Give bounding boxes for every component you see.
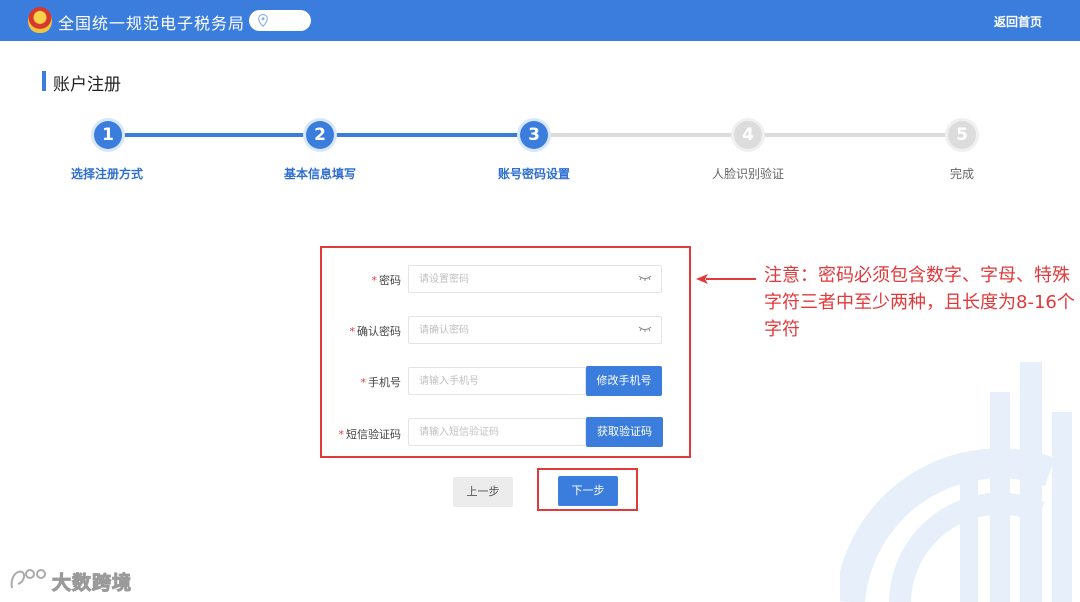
step-connector [108, 133, 320, 137]
step-4-circle: 4 [734, 121, 762, 149]
step-1-label: 选择注册方式 [70, 167, 143, 181]
step-5-circle: 5 [948, 121, 976, 149]
step-connector [320, 133, 534, 137]
step-3-label: 账号密码设置 [497, 167, 570, 181]
background-building-graphic [840, 362, 1072, 602]
previous-step-button[interactable]: 上一步 [453, 477, 513, 507]
sms-code-input[interactable] [408, 418, 586, 446]
step-connector [534, 133, 748, 137]
annotation-arrow-icon [696, 274, 756, 284]
watermark-text: 大数跨境 [51, 572, 133, 595]
password-label: * 密码 [371, 274, 402, 287]
step-connector [748, 133, 962, 137]
confirm-password-label: * 确认密码 [349, 325, 402, 338]
step-3-circle: 3 [520, 121, 548, 149]
confirm-password-input[interactable] [408, 316, 662, 344]
step-2-circle: 2 [306, 121, 334, 149]
next-step-button[interactable]: 下一步 [558, 476, 618, 506]
phone-label: * 手机号 [360, 376, 402, 389]
phone-input[interactable] [408, 367, 586, 395]
password-rule-note: 注意：密码必须包含数字、字母、特殊字符三者中至少两种，且长度为8-16个字符 [764, 265, 1075, 340]
sms-code-label: * 短信验证码 [338, 428, 402, 441]
registration-steps: 1 2 3 4 5 选择注册方式 基本信息填写 账号密码设置 人脸识别验证 完成 [0, 0, 1080, 200]
eye-closed-icon[interactable] [638, 275, 652, 281]
get-code-button[interactable]: 获取验证码 [586, 417, 663, 447]
step-2-label: 基本信息填写 [283, 167, 356, 181]
watermark-logo-icon [10, 569, 46, 589]
step-4-label: 人脸识别验证 [711, 167, 784, 181]
eye-closed-icon[interactable] [638, 326, 652, 332]
password-input[interactable] [408, 265, 662, 293]
step-5-label: 完成 [949, 167, 974, 181]
step-1-circle: 1 [94, 121, 122, 149]
change-phone-button[interactable]: 修改手机号 [586, 366, 662, 396]
